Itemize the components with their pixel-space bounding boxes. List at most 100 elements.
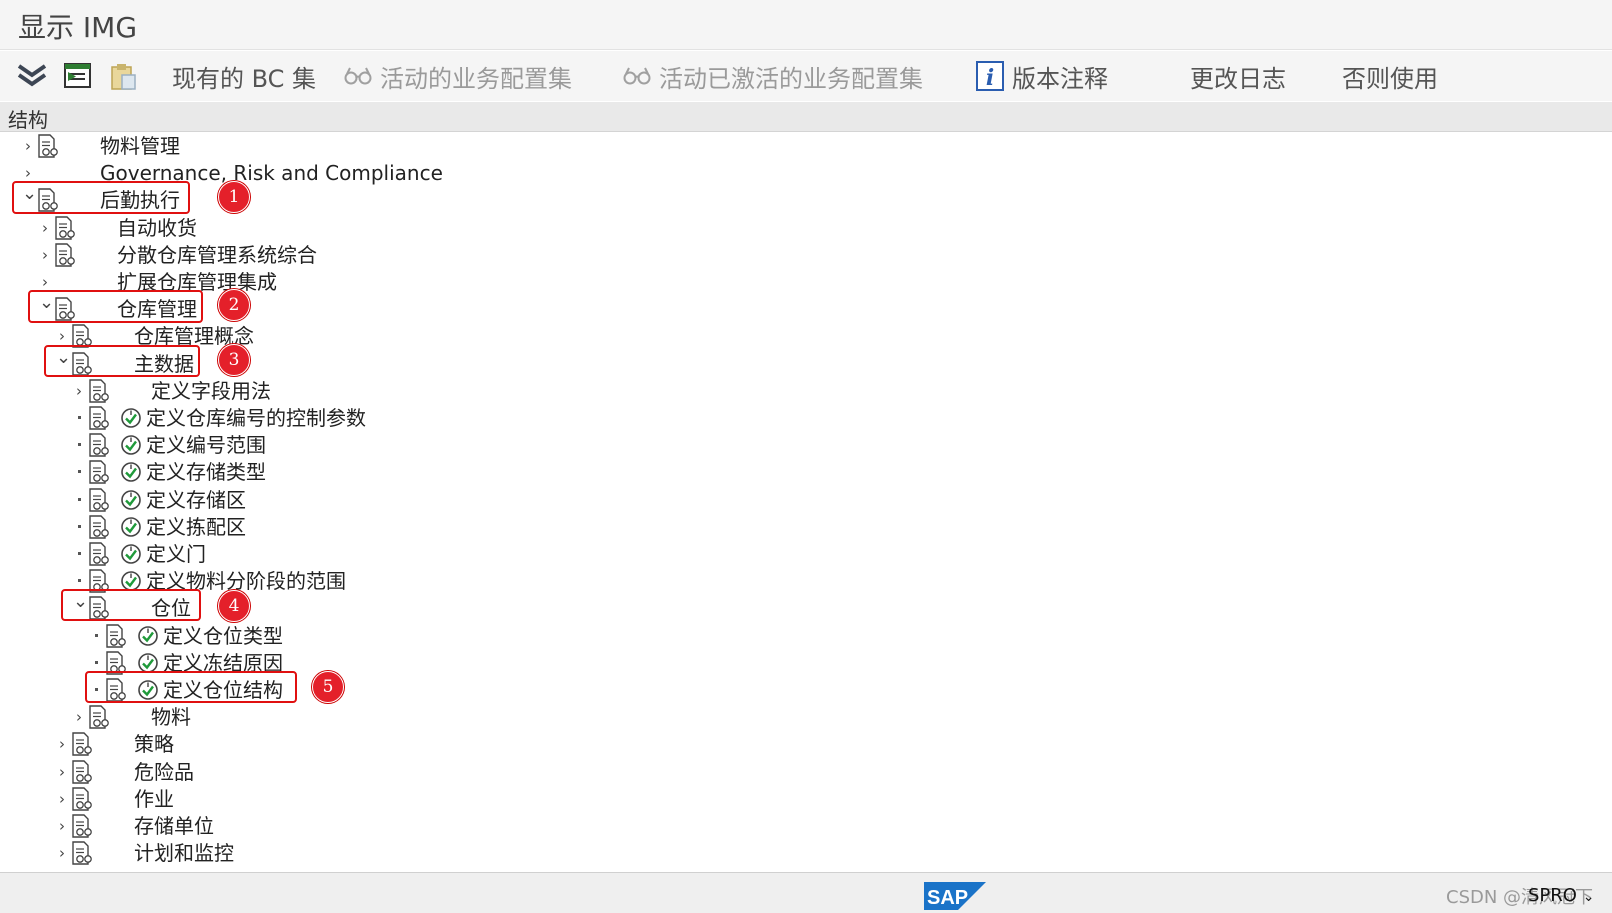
tree-node[interactable]: 定义仓库编号的控制参数 [0,404,1600,432]
chevron-right-icon[interactable]: › [56,326,68,346]
glasses-icon [344,67,372,85]
step-number-badge: 3 [218,344,250,376]
tree-node-label: 定义仓库编号的控制参数 [146,406,366,430]
tree-node[interactable]: › 物料管理 [0,132,1600,160]
highlight-box [44,345,200,377]
documentation-icon[interactable] [88,406,110,430]
documentation-icon[interactable] [71,759,93,784]
documentation-icon[interactable] [88,460,110,485]
chevron-right-icon[interactable]: › [73,707,85,727]
execute-activity-icon[interactable] [120,516,142,538]
documentation-icon[interactable] [54,215,76,240]
status-bar: SAP CSDN @清风冠下 SPRO ⌄ [0,872,1612,913]
leaf-marker [78,443,81,447]
tree-node-label: 定义拣配区 [146,514,246,539]
tree-node[interactable]: › 存储单位 [0,812,1600,840]
clipboard-icon[interactable] [107,60,139,92]
documentation-icon[interactable] [88,487,110,512]
documentation-icon[interactable] [105,623,127,648]
tree-node[interactable]: › 自动收货 [0,214,1600,242]
chevron-right-icon[interactable]: › [56,843,68,863]
chevron-right-icon[interactable]: › [73,381,85,401]
release-notes-button[interactable]: i 版本注释 [976,59,1108,93]
chevron-right-icon[interactable]: › [56,734,68,754]
leaf-marker [78,470,81,474]
execute-activity-icon[interactable] [120,489,142,511]
documentation-icon[interactable] [37,134,59,158]
documentation-icon[interactable] [88,542,110,566]
title-bar: 显示 IMG [0,0,1612,50]
leaf-marker [78,524,81,528]
tree-node[interactable]: 定义存储区 [0,486,1600,514]
chevron-right-icon[interactable]: › [39,272,51,292]
find-in-tree-icon[interactable] [62,60,94,92]
tree-node-label: 物料 [151,705,191,730]
execute-activity-icon[interactable] [137,625,159,647]
leaf-marker [95,660,98,664]
tree-node-label: 作业 [134,786,174,811]
execute-activity-icon[interactable] [120,434,142,456]
execute-activity-icon[interactable] [120,543,142,565]
leaf-marker [78,416,81,419]
transaction-code[interactable]: SPRO ⌄ [1528,885,1594,906]
step-number-badge: 5 [312,671,344,703]
active-bc-sets-button[interactable]: 活动的业务配置集 [344,59,572,93]
existing-bc-sets-button[interactable]: 现有的 BC 集 [172,59,316,93]
step-number-badge: 2 [218,289,250,321]
documentation-icon[interactable] [71,732,93,757]
sap-logo: SAP [924,882,986,910]
tree-node-label: 定义存储区 [146,487,246,512]
application-toolbar: 现有的 BC 集 活动的业务配置集 活动已激活的业务配置集 i 版本注释 更改日… [0,51,1612,101]
chevron-right-icon[interactable]: › [56,816,68,836]
activated-bc-sets-button[interactable]: 活动已激活的业务配置集 [623,59,923,93]
tree-node[interactable]: 定义仓位类型 [0,622,1600,650]
tree-node[interactable]: 定义编号范围 [0,431,1600,459]
tree-node-label: 定义仓位类型 [163,623,283,648]
info-icon: i [976,61,1004,91]
tree-node[interactable]: › 作业 [0,785,1600,813]
documentation-icon[interactable] [88,433,110,457]
documentation-icon[interactable] [71,787,93,811]
tree-node[interactable]: › 危险品 [0,758,1600,786]
leaf-marker [78,552,81,555]
tree-node[interactable]: › 计划和监控 [0,839,1600,867]
svg-text:i: i [986,65,994,91]
img-structure-tree: › 物料管理 › Governance, Risk and Compliance ⌄ 后勤… [0,132,1612,872]
svg-text:SAP: SAP [927,887,968,909]
documentation-icon[interactable] [88,379,110,403]
tree-node-label: 计划和监控 [134,841,234,866]
tree-node[interactable]: › 物料 [0,703,1600,731]
collapse-all-icon[interactable] [16,60,48,92]
chevron-right-icon[interactable]: › [56,789,68,809]
tree-node[interactable]: › 定义字段用法 [0,377,1600,405]
highlight-box [28,290,203,323]
chevron-down-icon: ⌄ [1582,889,1595,905]
tree-node-label: 定义字段用法 [151,378,271,403]
tree-node[interactable]: › 策略 [0,730,1600,758]
execute-activity-icon[interactable] [120,461,142,483]
tree-node-label: 定义门 [146,542,206,566]
documentation-icon[interactable] [71,841,93,865]
execute-activity-icon[interactable] [120,407,142,429]
tree-node-label: 策略 [134,732,174,757]
documentation-icon[interactable] [54,243,76,267]
where-used-button[interactable]: 否则使用 [1342,59,1438,93]
highlight-box [61,589,201,621]
highlight-box [85,671,297,703]
tree-node[interactable]: 定义存储类型 [0,458,1600,486]
step-number-badge: 1 [218,181,250,213]
highlight-box [12,181,190,214]
tree-node[interactable]: 定义拣配区 [0,513,1600,541]
leaf-marker [95,633,98,637]
chevron-right-icon[interactable]: › [39,218,51,238]
chevron-right-icon[interactable]: › [56,762,68,782]
leaf-marker [78,497,81,501]
documentation-icon[interactable] [88,515,110,539]
chevron-right-icon[interactable]: › [22,136,34,156]
chevron-right-icon[interactable]: › [39,245,51,265]
change-log-button[interactable]: 更改日志 [1190,59,1286,93]
tree-node[interactable]: › 分散仓库管理系统综合 [0,241,1600,269]
documentation-icon[interactable] [71,814,93,838]
documentation-icon[interactable] [88,705,110,729]
tree-node[interactable]: 定义门 [0,540,1600,568]
